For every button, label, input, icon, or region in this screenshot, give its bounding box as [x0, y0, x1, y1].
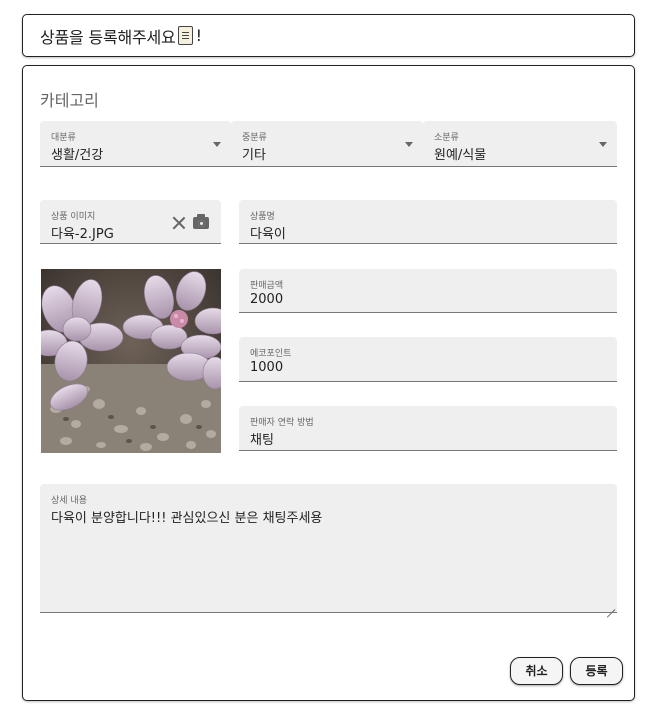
product-name-value: 다육이: [250, 227, 286, 242]
major-category-select[interactable]: 대분류 생활/건강: [40, 121, 231, 167]
product-image-filename: 다육-2.JPG: [51, 227, 114, 242]
middle-category-label: 중분류: [242, 133, 267, 143]
product-image-label: 상품 이미지: [51, 212, 96, 222]
middle-category-value: 기타: [242, 148, 266, 163]
page-title-suffix: !: [195, 26, 202, 45]
eco-points-value: 1000: [250, 360, 284, 375]
product-image-field[interactable]: 상품 이미지 다육-2.JPG: [40, 200, 221, 244]
minor-category-select[interactable]: 소분류 원예/식물: [423, 121, 617, 167]
chevron-down-icon: [213, 142, 221, 147]
eco-points-input[interactable]: 에코포인트 1000: [239, 337, 617, 382]
page-title: 상품을 등록해주세요: [40, 27, 176, 47]
price-label: 판매금액: [250, 281, 284, 291]
price-input[interactable]: 판매금액 2000: [239, 269, 617, 313]
product-name-label: 상품명: [250, 212, 275, 222]
camera-icon[interactable]: [193, 214, 209, 229]
middle-category-select[interactable]: 중분류 기타: [231, 121, 423, 167]
major-category-value: 생활/건강: [51, 148, 104, 163]
minor-category-value: 원예/식물: [434, 148, 487, 163]
contact-method-label: 판매자 연락 방법: [250, 418, 314, 428]
description-textarea[interactable]: 상세 내용 다육이 분양합니다!!! 관심있으신 분은 채팅주세용: [40, 484, 617, 613]
scroll-icon: [177, 26, 193, 45]
major-category-label: 대분류: [51, 133, 76, 143]
contact-method-value: 채팅: [250, 433, 274, 448]
product-form: 카테고리 대분류 생활/건강 중분류 기타 소분류 원예/식물 상품 이미지 다…: [22, 65, 635, 701]
chevron-down-icon: [405, 142, 413, 147]
resize-handle-icon[interactable]: [606, 601, 615, 610]
category-section-title: 카테고리: [40, 91, 99, 110]
clear-icon[interactable]: [172, 216, 186, 230]
contact-method-input[interactable]: 판매자 연락 방법 채팅: [239, 406, 617, 451]
eco-points-label: 에코포인트: [250, 349, 292, 359]
chevron-down-icon: [599, 142, 607, 147]
product-name-input[interactable]: 상품명 다육이: [239, 200, 617, 244]
description-value: 다육이 분양합니다!!! 관심있으신 분은 채팅주세용: [51, 511, 323, 526]
minor-category-label: 소분류: [434, 133, 459, 143]
submit-button[interactable]: 등록: [570, 657, 623, 685]
price-value: 2000: [250, 292, 284, 307]
product-image-preview: [41, 269, 221, 453]
description-label: 상세 내용: [51, 496, 87, 506]
page-header: 상품을 등록해주세요 !: [22, 14, 635, 57]
cancel-button[interactable]: 취소: [510, 657, 563, 685]
